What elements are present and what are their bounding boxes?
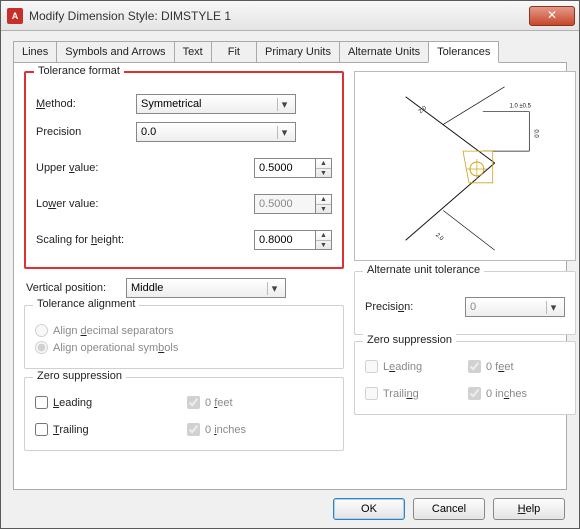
combo-vertical-position-value: Middle: [131, 282, 163, 294]
label-vertical-position: Vertical position:: [26, 282, 126, 294]
check-alt-0feet: [468, 360, 481, 373]
legend-alt-zero-suppression: Zero suppression: [363, 334, 456, 346]
tab-fit[interactable]: Fit: [211, 41, 257, 63]
ok-button[interactable]: OK: [333, 498, 405, 520]
svg-text:2.0: 2.0: [418, 105, 429, 115]
tab-symbols-arrows[interactable]: Symbols and Arrows: [56, 41, 174, 63]
check-trailing[interactable]: [35, 423, 48, 436]
label-method: Method:: [36, 98, 136, 110]
label-0feet: 0 feet: [205, 397, 233, 409]
label-0inches: 0 inches: [205, 424, 246, 436]
input-scaling-height[interactable]: 0.8000: [254, 230, 316, 250]
chevron-up-icon: ▲: [316, 195, 331, 205]
chevron-down-icon: ▾: [277, 98, 291, 111]
help-button[interactable]: Help: [493, 498, 565, 520]
dialog-window: A Modify Dimension Style: DIMSTYLE 1 ✕ L…: [0, 0, 580, 529]
preview-svg: 1.0 ±0.5 0.0 2.0 2.0: [355, 72, 575, 260]
input-upper-value[interactable]: 0.5000: [254, 158, 316, 178]
chevron-down-icon: ▾: [267, 282, 281, 295]
svg-text:1.0 ±0.5: 1.0 ±0.5: [510, 104, 532, 110]
tab-tolerances[interactable]: Tolerances: [428, 41, 499, 63]
combo-alt-precision: 0 ▾: [465, 297, 565, 317]
check-0feet: [187, 396, 200, 409]
label-precision: Precision: [36, 126, 136, 138]
label-leading: Leading: [53, 397, 92, 409]
combo-vertical-position[interactable]: Middle ▾: [126, 278, 286, 298]
chevron-down-icon: ▼: [316, 205, 331, 214]
check-0inches: [187, 423, 200, 436]
spinner-scaling-height[interactable]: ▲▼: [316, 230, 332, 250]
combo-method-value: Symmetrical: [141, 98, 202, 110]
title-bar: A Modify Dimension Style: DIMSTYLE 1 ✕: [1, 1, 579, 31]
label-align-decimal: Align decimal separators: [53, 325, 173, 337]
check-leading[interactable]: [35, 396, 48, 409]
tab-panel-tolerances: Tolerance format Method: Symmetrical ▾ P…: [13, 62, 567, 490]
chevron-up-icon: ▲: [316, 231, 331, 241]
label-alt-leading: Leading: [383, 361, 422, 373]
check-alt-0inches: [468, 387, 481, 400]
chevron-up-icon: ▲: [316, 159, 331, 169]
legend-tolerance-alignment: Tolerance alignment: [33, 298, 139, 310]
radio-align-operational: [35, 341, 48, 354]
legend-alt-unit-tolerance: Alternate unit tolerance: [363, 264, 484, 276]
label-align-operational: Align operational symbols: [53, 342, 178, 354]
window-title: Modify Dimension Style: DIMSTYLE 1: [29, 9, 529, 23]
close-button[interactable]: ✕: [529, 6, 575, 26]
dialog-content: Lines Symbols and Arrows Text Fit Primar…: [1, 31, 579, 528]
radio-align-decimal: [35, 324, 48, 337]
tab-lines[interactable]: Lines: [13, 41, 57, 63]
spinner-lower-value: ▲▼: [316, 194, 332, 214]
group-zero-suppression: Zero suppression Leading 0 feet: [24, 377, 344, 451]
legend-tolerance-format: Tolerance format: [34, 65, 124, 77]
label-alt-0feet: 0 feet: [486, 361, 514, 373]
tab-text[interactable]: Text: [174, 41, 212, 63]
combo-method[interactable]: Symmetrical ▾: [136, 94, 296, 114]
group-tolerance-alignment: Tolerance alignment Align decimal separa…: [24, 305, 344, 369]
spinner-upper-value[interactable]: ▲▼: [316, 158, 332, 178]
check-alt-trailing: [365, 387, 378, 400]
label-alt-0inches: 0 inches: [486, 388, 527, 400]
chevron-down-icon: ▾: [277, 126, 291, 139]
combo-alt-precision-value: 0: [470, 301, 476, 313]
label-scaling-height: Scaling for height:: [36, 234, 146, 246]
group-tolerance-format: Tolerance format Method: Symmetrical ▾ P…: [24, 71, 344, 269]
dimension-preview: 1.0 ±0.5 0.0 2.0 2.0: [354, 71, 576, 261]
group-alt-zero-suppression: Zero suppression Leading 0 feet: [354, 341, 576, 415]
chevron-down-icon: ▼: [316, 241, 331, 250]
check-alt-leading: [365, 360, 378, 373]
chevron-down-icon: ▾: [546, 301, 560, 314]
cancel-button[interactable]: Cancel: [413, 498, 485, 520]
group-alt-unit-tolerance: Alternate unit tolerance Precision: 0 ▾: [354, 271, 576, 335]
legend-zero-suppression: Zero suppression: [33, 370, 126, 382]
button-row: OK Cancel Help: [13, 490, 567, 520]
label-alt-precision: Precision:: [365, 301, 465, 313]
label-trailing: Trailing: [53, 424, 89, 436]
tab-strip: Lines Symbols and Arrows Text Fit Primar…: [13, 41, 567, 63]
label-lower-value: Lower value:: [36, 198, 136, 210]
combo-precision-value: 0.0: [141, 126, 156, 138]
chevron-down-icon: ▼: [316, 169, 331, 178]
svg-text:2.0: 2.0: [434, 232, 445, 242]
combo-precision[interactable]: 0.0 ▾: [136, 122, 296, 142]
app-icon: A: [7, 8, 23, 24]
svg-text:0.0: 0.0: [532, 129, 538, 138]
label-alt-trailing: Trailing: [383, 388, 419, 400]
tab-alternate-units[interactable]: Alternate Units: [339, 41, 429, 63]
input-lower-value: 0.5000: [254, 194, 316, 214]
tab-primary-units[interactable]: Primary Units: [256, 41, 340, 63]
label-upper-value: Upper value:: [36, 162, 136, 174]
